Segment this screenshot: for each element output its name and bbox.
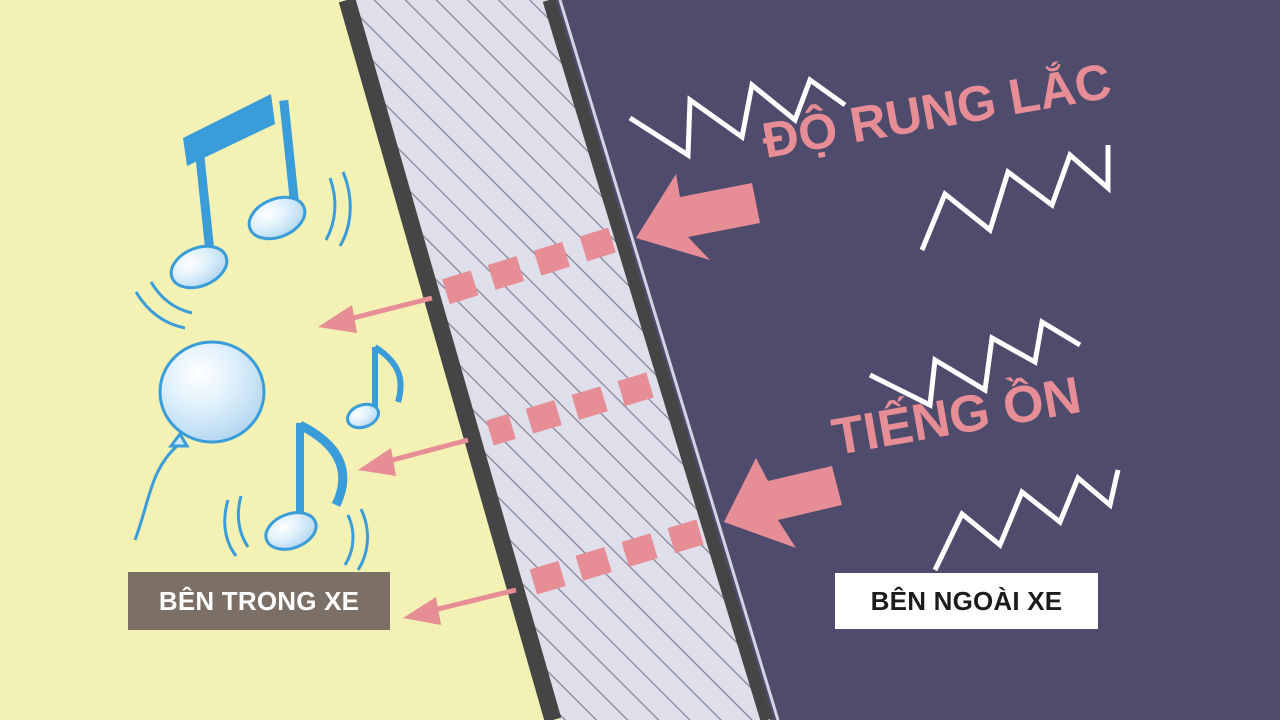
sound-insulation-diagram: ĐỘ RUNG LẮC TIẾNG ỒN BÊN TRONG XE BÊN NG… bbox=[0, 0, 1280, 720]
outside-car-label: BÊN NGOÀI XE bbox=[835, 573, 1098, 629]
inside-car-label: BÊN TRONG XE bbox=[128, 572, 390, 630]
